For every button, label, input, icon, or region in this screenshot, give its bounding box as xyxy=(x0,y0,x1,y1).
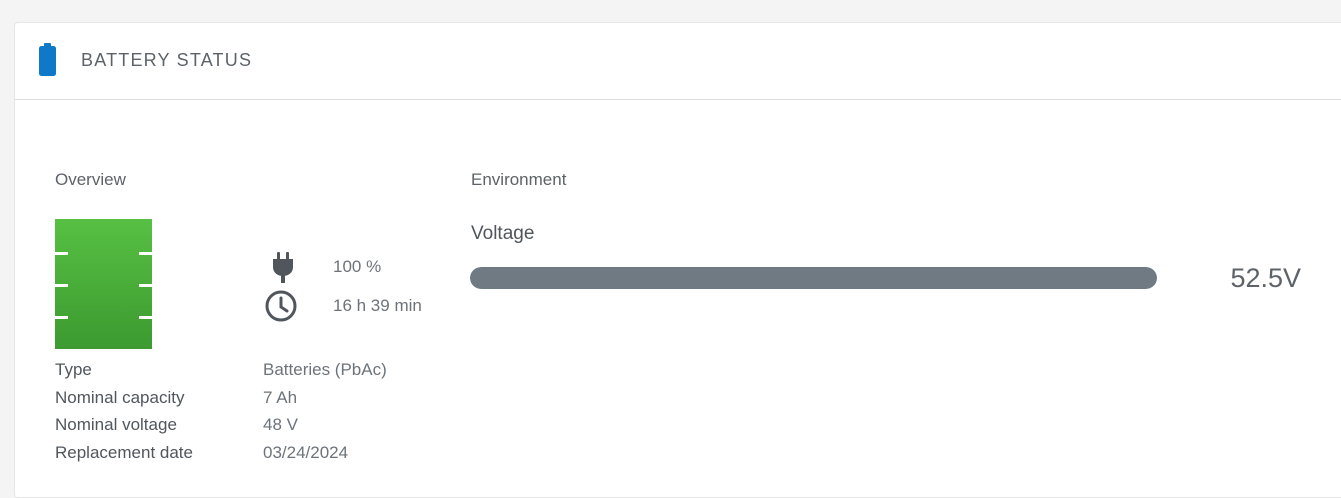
voltage-bar-fill xyxy=(470,267,1157,289)
runtime: 16 h 39 min xyxy=(333,296,422,315)
nominal-capacity-value: 7 Ah xyxy=(263,388,298,407)
voltage-bar xyxy=(470,267,1157,289)
replacement-date-label: Replacement date xyxy=(55,443,193,462)
nominal-voltage-label: Nominal voltage xyxy=(55,415,177,434)
charge-level: 100 % xyxy=(333,257,382,276)
battery-graphic xyxy=(55,219,152,349)
type-value: Batteries (PbAc) xyxy=(263,360,387,379)
replacement-date-value: 03/24/2024 xyxy=(263,443,349,462)
type-label: Type xyxy=(55,360,92,379)
plug-icon xyxy=(266,251,300,285)
nominal-voltage-value: 48 V xyxy=(263,415,298,434)
nominal-capacity-label: Nominal capacity xyxy=(55,388,185,407)
battery-icon xyxy=(39,43,56,76)
card-header: BATTERY STATUS xyxy=(15,23,1341,100)
battery-status-card: BATTERY STATUS Overview 100 % 16 h 39 mi… xyxy=(14,22,1341,498)
clock-icon xyxy=(264,289,298,323)
voltage-label: Voltage xyxy=(471,223,535,244)
overview-label: Overview xyxy=(55,170,126,189)
voltage-value: 52.5V xyxy=(1230,263,1301,293)
card-title: BATTERY STATUS xyxy=(81,50,253,70)
environment-label: Environment xyxy=(471,170,567,189)
